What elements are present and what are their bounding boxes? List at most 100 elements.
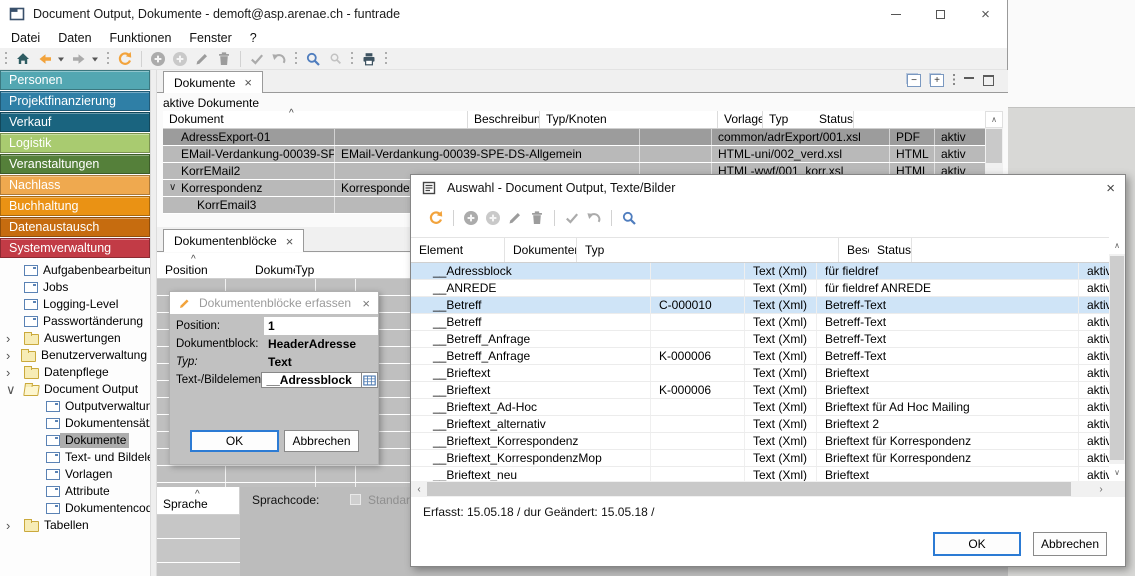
expander-icon[interactable] — [169, 197, 197, 213]
tree-item[interactable]: Logging-Level — [0, 296, 150, 313]
table-row[interactable]: __Adressblock Text (Xml) für fieldref ak… — [411, 263, 1109, 280]
field-value[interactable]: HeaderAdresse — [264, 335, 378, 353]
tab-dokumentenbloecke[interactable]: Dokumentenblöcke × — [163, 229, 304, 252]
dialog-close-icon[interactable]: × — [362, 296, 370, 311]
menu-item[interactable]: Datei — [2, 31, 49, 45]
tree-item[interactable]: Attribute — [0, 483, 150, 500]
column-header[interactable]: Typ — [577, 238, 839, 262]
edit-button[interactable] — [191, 49, 213, 69]
search-button[interactable] — [302, 49, 324, 69]
cancel-button[interactable]: Abbrechen — [1033, 532, 1107, 556]
tree-item[interactable]: › Benutzerverwaltung — [0, 347, 150, 364]
forward-button[interactable] — [68, 49, 90, 69]
tree-item[interactable]: Aufgabenbearbeitung — [0, 262, 150, 279]
scroll-right-icon[interactable]: › — [1093, 481, 1109, 497]
standard-checkbox[interactable] — [350, 494, 361, 505]
add-copy-button[interactable] — [169, 49, 191, 69]
tree-chevron-icon[interactable]: › — [6, 332, 24, 345]
table-row[interactable]: __Brieftext_Ad-Hoc Text (Xml) Brieftext … — [411, 399, 1109, 416]
column-header[interactable]: Vorlage — [718, 111, 763, 128]
table-row[interactable]: __Brieftext_alternativ Text (Xml) Brieft… — [411, 416, 1109, 433]
scroll-up-icon[interactable]: ∧ — [1109, 237, 1125, 254]
sidebar-module-button[interactable]: Datenaustausch — [0, 217, 150, 237]
tab-dokumente[interactable]: Dokumente × — [163, 71, 263, 93]
table-row[interactable]: __Brieftext K-000006 Text (Xml) Brieftex… — [411, 382, 1109, 399]
tree-chevron-icon[interactable]: › — [6, 366, 24, 379]
tree-chevron-icon[interactable]: › — [6, 349, 21, 362]
title-bar[interactable]: Document Output, Dokumente - demoft@asp.… — [0, 0, 1007, 28]
sidebar-module-button[interactable]: Verkauf — [0, 112, 150, 132]
sidebar-module-button[interactable]: Systemverwaltung — [0, 238, 150, 258]
tree-item[interactable]: Jobs — [0, 279, 150, 296]
expand-all-button[interactable]: + — [930, 74, 944, 87]
table-row[interactable]: __Brieftext Text (Xml) Brieftext aktiv — [411, 365, 1109, 382]
scroll-left-icon[interactable]: ‹ — [411, 481, 427, 497]
ok-button[interactable]: OK — [190, 430, 279, 452]
table-row[interactable]: __Brieftext_KorrespondenzMop Text (Xml) … — [411, 450, 1109, 467]
search-button[interactable] — [618, 208, 640, 228]
confirm-button[interactable] — [561, 208, 583, 228]
table-row[interactable]: EMail-Verdankung-00039-SPE-D EMail-Verda… — [163, 146, 985, 163]
column-header[interactable]: Typ — [295, 253, 425, 278]
refresh-button[interactable] — [114, 49, 136, 69]
tree-chevron-icon[interactable]: ∨ — [6, 383, 24, 396]
forward-history-button[interactable] — [90, 49, 102, 69]
language-column-header[interactable]: ^ Sprache — [157, 487, 240, 515]
tree-item[interactable]: Outputverwaltung — [0, 398, 150, 415]
horizontal-scrollbar[interactable]: ‹ › — [411, 481, 1109, 497]
column-header[interactable]: Dokumentblock — [255, 253, 295, 278]
expander-icon[interactable] — [169, 146, 181, 162]
menu-item[interactable]: Fenster — [180, 31, 240, 45]
table-row[interactable]: __Betreff_Anfrage K-000006 Text (Xml) Be… — [411, 348, 1109, 365]
add-button[interactable] — [147, 49, 169, 69]
column-header[interactable]: Dokument — [163, 111, 468, 128]
table-row[interactable]: __Brieftext_neu Text (Xml) Brieftext akt… — [411, 467, 1109, 481]
sidebar-module-button[interactable]: Buchhaltung — [0, 196, 150, 216]
panel-maximize-button[interactable] — [983, 75, 994, 86]
tree-item[interactable]: › Auswertungen — [0, 330, 150, 347]
sidebar-module-button[interactable]: Logistik — [0, 133, 150, 153]
sidebar-module-button[interactable]: Projektfinanzierung — [0, 91, 150, 111]
sidebar-module-button[interactable]: Nachlass — [0, 175, 150, 195]
tree-item[interactable]: ∨ Document Output — [0, 381, 150, 398]
delete-button[interactable] — [213, 49, 235, 69]
column-header[interactable]: Typ — [763, 111, 813, 128]
print-button[interactable] — [358, 49, 380, 69]
undo-button[interactable] — [268, 49, 290, 69]
window-menu-icon[interactable] — [953, 74, 955, 87]
table-row[interactable]: __Betreff C-000010 Text (Xml) Betreff-Te… — [411, 297, 1109, 314]
sidebar-splitter[interactable] — [150, 70, 157, 576]
tree-chevron-icon[interactable]: › — [6, 519, 24, 532]
confirm-button[interactable] — [246, 49, 268, 69]
field-value[interactable]: Text — [264, 353, 378, 371]
tab-close-icon[interactable]: × — [286, 234, 294, 249]
panel-minimize-button[interactable] — [964, 77, 974, 79]
maximize-button[interactable] — [918, 0, 963, 28]
column-header[interactable]: Element — [411, 238, 505, 262]
dialog-close-icon[interactable]: × — [1106, 180, 1115, 197]
undo-button[interactable] — [583, 208, 605, 228]
vertical-scrollbar[interactable]: ∧ ∨ — [1109, 237, 1125, 481]
add-copy-button[interactable] — [482, 208, 504, 228]
field-value[interactable]: __Adressblock — [261, 372, 362, 388]
tree-item[interactable]: Vorlagen — [0, 466, 150, 483]
minimize-button[interactable] — [873, 0, 918, 28]
scrollbar-thumb[interactable] — [1110, 256, 1124, 460]
scrollbar-thumb[interactable] — [427, 482, 1071, 496]
cancel-button[interactable]: Abbrechen — [284, 430, 359, 452]
edit-dialog-title-bar[interactable]: Dokumentenblöcke erfassen × — [170, 292, 378, 314]
scroll-down-icon[interactable]: ∨ — [1109, 464, 1125, 481]
back-button[interactable] — [34, 49, 56, 69]
tree-item[interactable]: Text- und Bildeleme — [0, 449, 150, 466]
ok-button[interactable]: OK — [933, 532, 1021, 556]
column-header[interactable]: Status — [813, 111, 854, 128]
column-header[interactable]: Status — [869, 238, 912, 262]
expander-icon[interactable] — [169, 163, 181, 179]
table-row[interactable]: __Brieftext_Korrespondenz Text (Xml) Bri… — [411, 433, 1109, 450]
expander-icon[interactable] — [169, 129, 181, 145]
back-history-button[interactable] — [56, 49, 68, 69]
lookup-button[interactable] — [362, 372, 378, 388]
field-value[interactable]: 1 — [264, 317, 378, 335]
sidebar-module-button[interactable]: Veranstaltungen — [0, 154, 150, 174]
expander-icon[interactable]: ∨ — [169, 180, 181, 196]
